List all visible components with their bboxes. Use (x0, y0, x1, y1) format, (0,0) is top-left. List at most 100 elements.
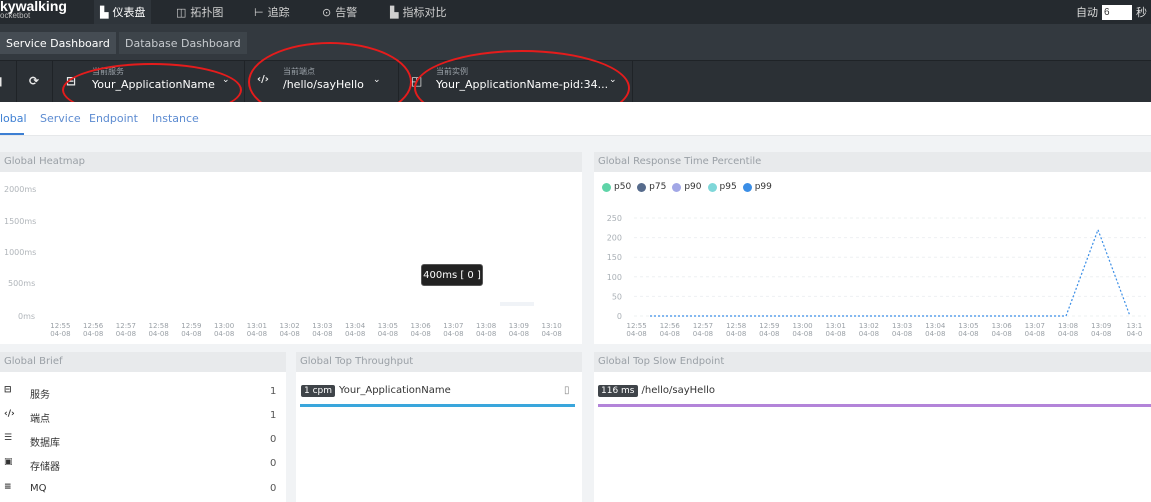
slow-endpoint-title: Global Top Slow Endpoint (594, 352, 1151, 372)
slow-endpoint-item[interactable]: 116 ms/hello/sayHello (598, 385, 715, 397)
throughput-title: Global Top Throughput (296, 352, 582, 372)
slow-endpoint-name: /hello/sayHello (641, 385, 716, 396)
throughput-panel: Global Top Throughput 1 cpm Your_Applicat… (296, 352, 582, 502)
brief-value: 1 (270, 410, 277, 421)
copy-icon[interactable]: ▯ (564, 385, 570, 396)
x-tick-label: 13:08 04-08 (1057, 322, 1079, 338)
seconds-label: 秒 (1136, 6, 1147, 19)
trace-icon: ⊢ (254, 5, 264, 19)
brief-row-endpoint: ‹/› 端点 1 (0, 406, 280, 426)
x-tick-label: 13:00 04-08 (213, 322, 235, 338)
auto-refresh-input[interactable] (1102, 4, 1132, 20)
legend-item-p75[interactable]: p75 (637, 182, 666, 192)
x-tick-label: 13:02 04-08 (279, 322, 300, 338)
cache-icon: ▣ (4, 457, 13, 467)
x-tick-label: 13:05 04-08 (958, 322, 979, 338)
legend-dot (602, 182, 611, 192)
topology-icon: ◫ (176, 5, 187, 19)
brief-value: 1 (270, 386, 277, 397)
percentile-x-axis: 12:55 04-08 12:56 04-08 12:57 04-08 12:58 04-08… (620, 322, 1151, 338)
x-tick-label: 13:03 04-08 (312, 322, 333, 338)
slow-endpoint-badge: 116 ms (598, 385, 638, 397)
heatmap-y-label: 500ms (8, 279, 36, 288)
slow-endpoint-bar (598, 404, 1151, 407)
brief-title: Global Brief (0, 352, 286, 372)
top-nav-bar: kywalking ocketbot ▙ 仪表盘 ◫ 拓扑图 ⊢ 追踪 ⊙ 告警… (0, 0, 1151, 24)
heatmap-y-label: 1500ms (4, 217, 37, 226)
auto-refresh-label[interactable]: 自动 (1076, 4, 1098, 20)
nav-trace[interactable]: ⊢ 追踪 (248, 0, 296, 24)
brief-label: 数据库 (30, 438, 60, 449)
alarm-icon: ⊙ (322, 5, 332, 19)
x-tick-label: 12:57 04-08 (115, 322, 137, 338)
brief-row-service: ⊟ 服务 1 (0, 382, 280, 402)
nav-compare[interactable]: ▙ 指标对比 (384, 0, 452, 24)
heatmap-y-label: 1000ms (4, 248, 37, 257)
throughput-bar (300, 404, 575, 407)
tab-global[interactable]: lobal (0, 112, 27, 125)
nav-dashboard[interactable]: ▙ 仪表盘 (94, 0, 152, 24)
nav-topology[interactable]: ◫ 拓扑图 (170, 0, 229, 24)
x-tick-label: 13:04 04-08 (925, 322, 946, 338)
brief-value: 0 (270, 483, 277, 494)
legend-dot (707, 182, 717, 192)
brief-label: 端点 (30, 414, 50, 425)
tab-instance[interactable]: Instance (152, 112, 199, 125)
nav-compare-label: 指标对比 (402, 6, 447, 19)
slow-endpoint-panel: Global Top Slow Endpoint 116 ms/hello/sa… (594, 352, 1151, 502)
tab-service-dashboard[interactable]: Service Dashboard (0, 32, 116, 54)
brief-value: 0 (270, 458, 277, 469)
legend-item-p99[interactable]: p99 (742, 182, 772, 192)
nav-topology-label: 拓扑图 (190, 6, 224, 19)
percentile-chart: 0 50 100 150 200 250 (607, 214, 1146, 320)
x-tick-label: 13:10 04-08 (541, 322, 562, 338)
tab-endpoint[interactable]: Endpoint (89, 112, 138, 125)
x-tick-label: 13:01 04-08 (825, 322, 846, 338)
series-line-p99 (650, 228, 1131, 317)
x-tick-label: 13:04 04-08 (344, 322, 366, 338)
menu-icon[interactable]: ▮ (0, 74, 3, 88)
legend-item-p90[interactable]: p90 (672, 182, 702, 192)
legend-label: p99 (754, 182, 772, 192)
throughput-name: Your_ApplicationName (339, 385, 451, 396)
legend-item-p50[interactable]: p50 (602, 182, 631, 192)
heatmap-title: Global Heatmap (0, 152, 582, 172)
brief-label: MQ (30, 483, 47, 494)
nav-trace-label: 追踪 (267, 6, 290, 19)
refresh-icon[interactable]: ⟳ (29, 74, 39, 88)
nav-alarm-label: 告警 (335, 6, 358, 19)
legend-label: p75 (649, 182, 667, 192)
x-tick-label: 13:08 04-08 (475, 322, 497, 338)
active-tab-indicator (0, 133, 24, 135)
legend-dot (672, 182, 682, 192)
throughput-badge: 1 cpm (301, 385, 336, 397)
x-tick-label: 13:00 04-08 (792, 322, 813, 338)
legend-dot (742, 182, 752, 192)
brief-label: 服务 (30, 390, 50, 401)
y-tick-label: 50 (612, 292, 622, 301)
compare-icon: ▙ (390, 5, 399, 19)
throughput-item[interactable]: 1 cpm Your_ApplicationName (301, 385, 451, 397)
x-tick-label: 13:07 04-08 (443, 322, 464, 338)
database-icon: ☰ (4, 433, 13, 443)
y-tick-label: 200 (607, 234, 622, 243)
x-tick-label: 12:58 04-08 (148, 322, 169, 338)
app-logo-sub: ocketbot (0, 11, 31, 20)
nav-alarm[interactable]: ⊙ 告警 (316, 0, 363, 24)
y-tick-label: 0 (617, 312, 622, 320)
legend-label: p95 (719, 182, 737, 192)
x-tick-label: 13:06 04-08 (410, 322, 431, 338)
brief-row-cache: ▣ 存储器 0 (0, 454, 280, 474)
x-tick-label: 13:1 04-0 (1126, 322, 1143, 338)
service-icon: ⊟ (4, 385, 12, 395)
tab-service[interactable]: Service (40, 112, 81, 125)
x-tick-label: 13:01 04-08 (246, 322, 268, 338)
subtabs-bar: lobal Service Endpoint Instance (0, 102, 1151, 136)
x-tick-label: 13:02 04-08 (858, 322, 880, 338)
tab-database-dashboard[interactable]: Database Dashboard (119, 32, 247, 54)
legend-item-p95[interactable]: p95 (707, 182, 737, 192)
x-tick-label: 12:55 04-08 (50, 322, 71, 338)
x-tick-label: 12:56 04-08 (82, 322, 104, 338)
x-tick-label: 12:56 04-08 (659, 322, 680, 338)
x-tick-label: 13:05 04-08 (377, 322, 399, 338)
